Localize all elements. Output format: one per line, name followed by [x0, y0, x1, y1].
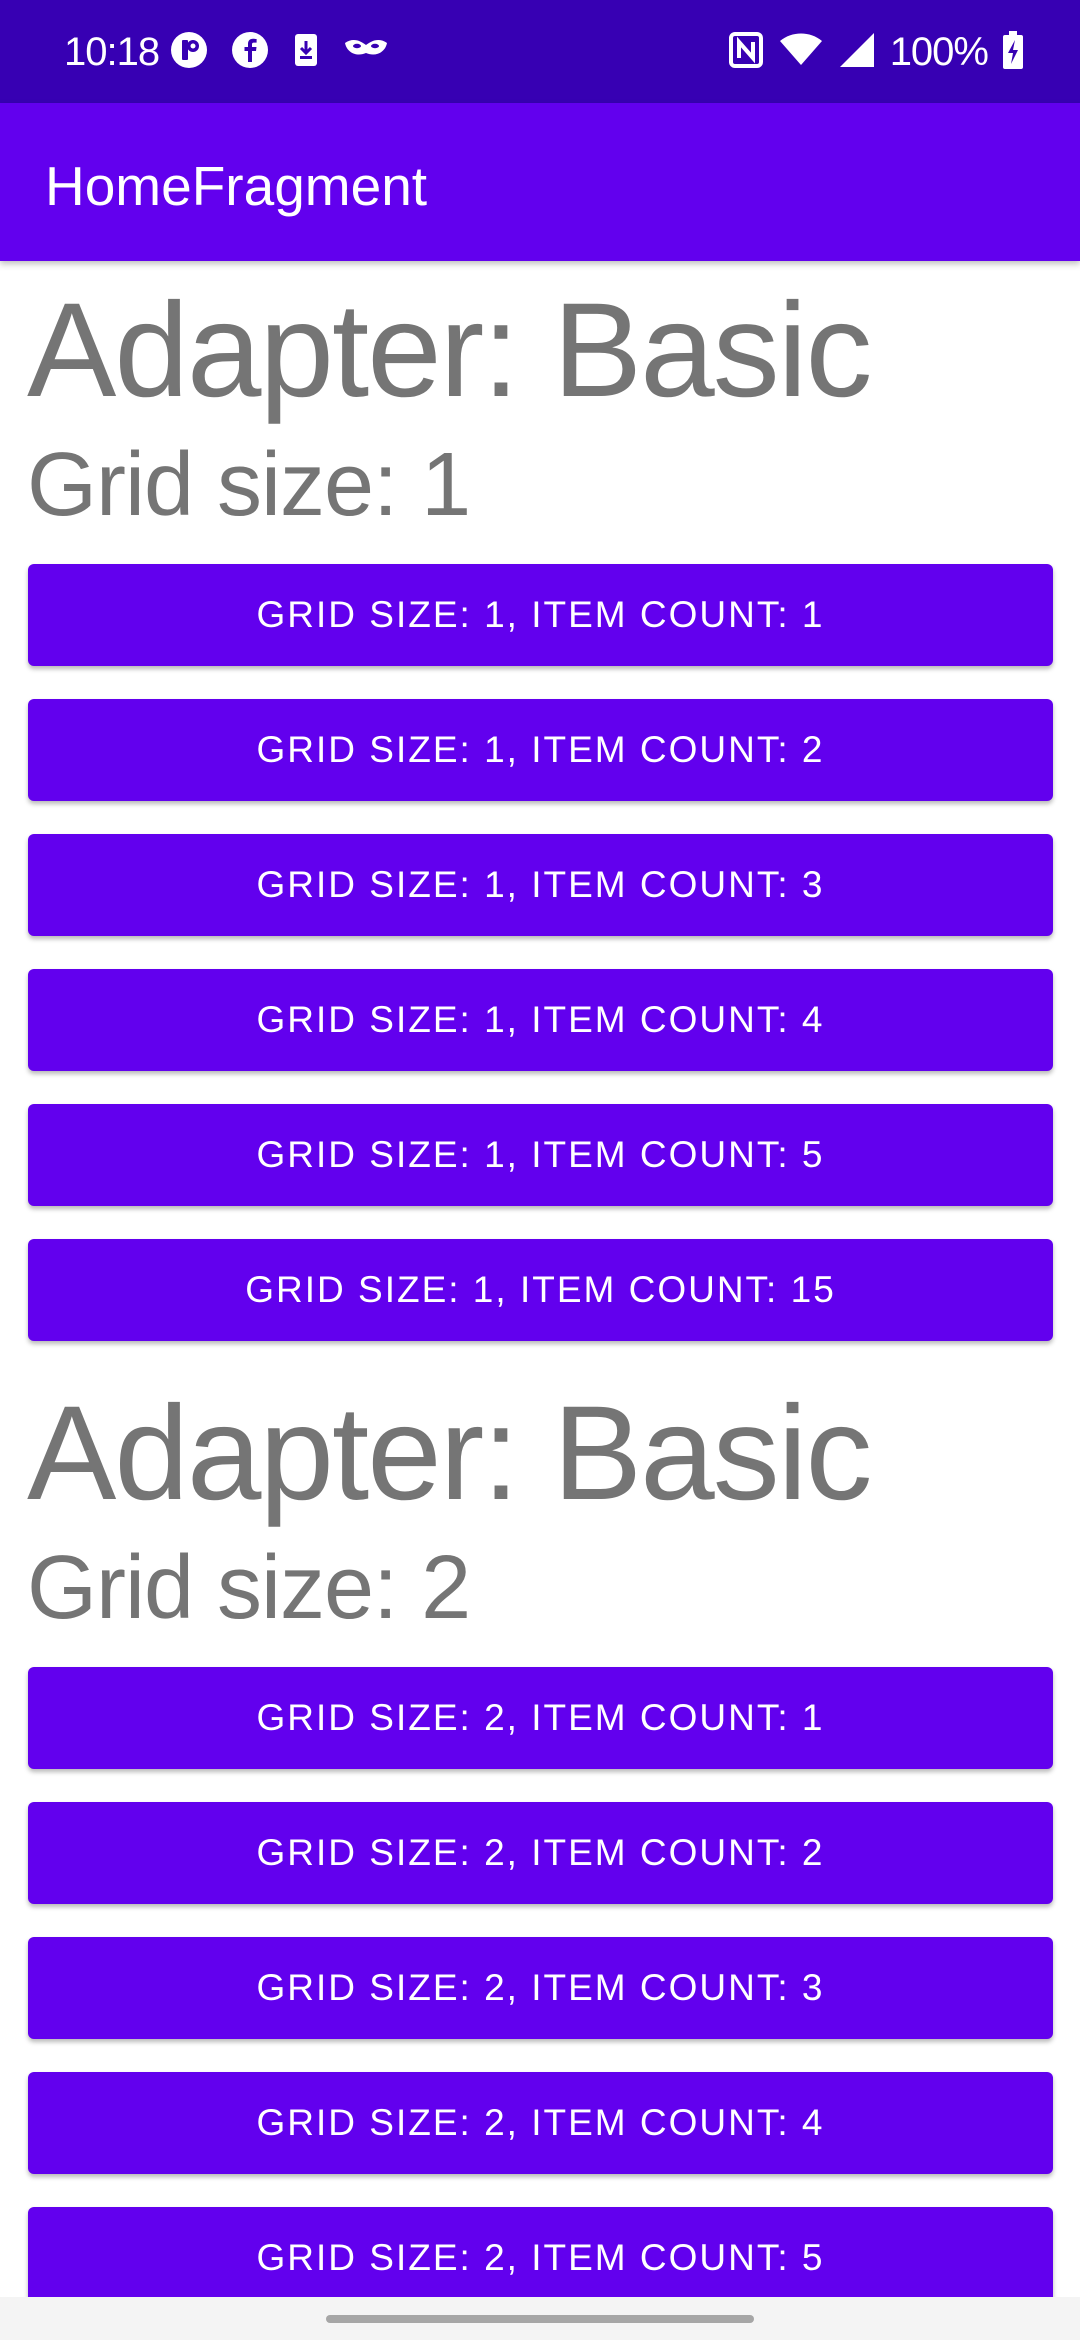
wifi-icon [778, 31, 824, 74]
grid-1-item-count-1-button[interactable]: GRID SIZE: 1, ITEM COUNT: 1 [28, 564, 1053, 666]
gesture-navigation-bar [0, 2297, 1080, 2340]
grid-size-heading: Grid size: 1 [27, 435, 471, 535]
grid-2-item-count-2-button[interactable]: GRID SIZE: 2, ITEM COUNT: 2 [28, 1802, 1053, 1904]
grid-1-item-count-15-button[interactable]: GRID SIZE: 1, ITEM COUNT: 15 [28, 1239, 1053, 1341]
grid-size-heading: Grid size: 2 [27, 1538, 471, 1638]
adapter-heading: Adapter: Basic [27, 276, 872, 425]
grid-2-item-count-5-button[interactable]: GRID SIZE: 2, ITEM COUNT: 5 [28, 2207, 1053, 2297]
cellular-signal-icon [838, 31, 876, 74]
grid-2-item-count-3-button[interactable]: GRID SIZE: 2, ITEM COUNT: 3 [28, 1937, 1053, 2039]
grid-1-item-count-4-button[interactable]: GRID SIZE: 1, ITEM COUNT: 4 [28, 969, 1053, 1071]
grid-1-item-count-3-button[interactable]: GRID SIZE: 1, ITEM COUNT: 3 [28, 834, 1053, 936]
system-status-icons: 100% [728, 26, 1024, 78]
mask-icon [343, 35, 389, 70]
app-bar-title: HomeFragment [45, 155, 428, 217]
grid-2-item-count-1-button[interactable]: GRID SIZE: 2, ITEM COUNT: 1 [28, 1667, 1053, 1769]
main-scroll-content[interactable]: Adapter: Basic Grid size: 1 GRID SIZE: 1… [0, 261, 1080, 2297]
app-notification-icon [169, 30, 209, 75]
battery-charging-icon [1002, 30, 1024, 75]
notification-icons [169, 30, 389, 74]
app-bar: HomeFragment [0, 103, 1080, 261]
grid-1-item-count-5-button[interactable]: GRID SIZE: 1, ITEM COUNT: 5 [28, 1104, 1053, 1206]
home-gesture-handle[interactable] [326, 2315, 754, 2323]
grid-1-item-count-2-button[interactable]: GRID SIZE: 1, ITEM COUNT: 2 [28, 699, 1053, 801]
battery-percentage: 100% [889, 30, 989, 74]
adapter-heading: Adapter: Basic [27, 1379, 872, 1528]
grid-2-item-count-4-button[interactable]: GRID SIZE: 2, ITEM COUNT: 4 [28, 2072, 1053, 2174]
download-icon [291, 31, 321, 74]
status-bar: 10:18 100% [0, 0, 1080, 103]
facebook-icon [231, 31, 269, 74]
nfc-icon [728, 31, 764, 74]
status-time: 10:18 [64, 30, 160, 74]
